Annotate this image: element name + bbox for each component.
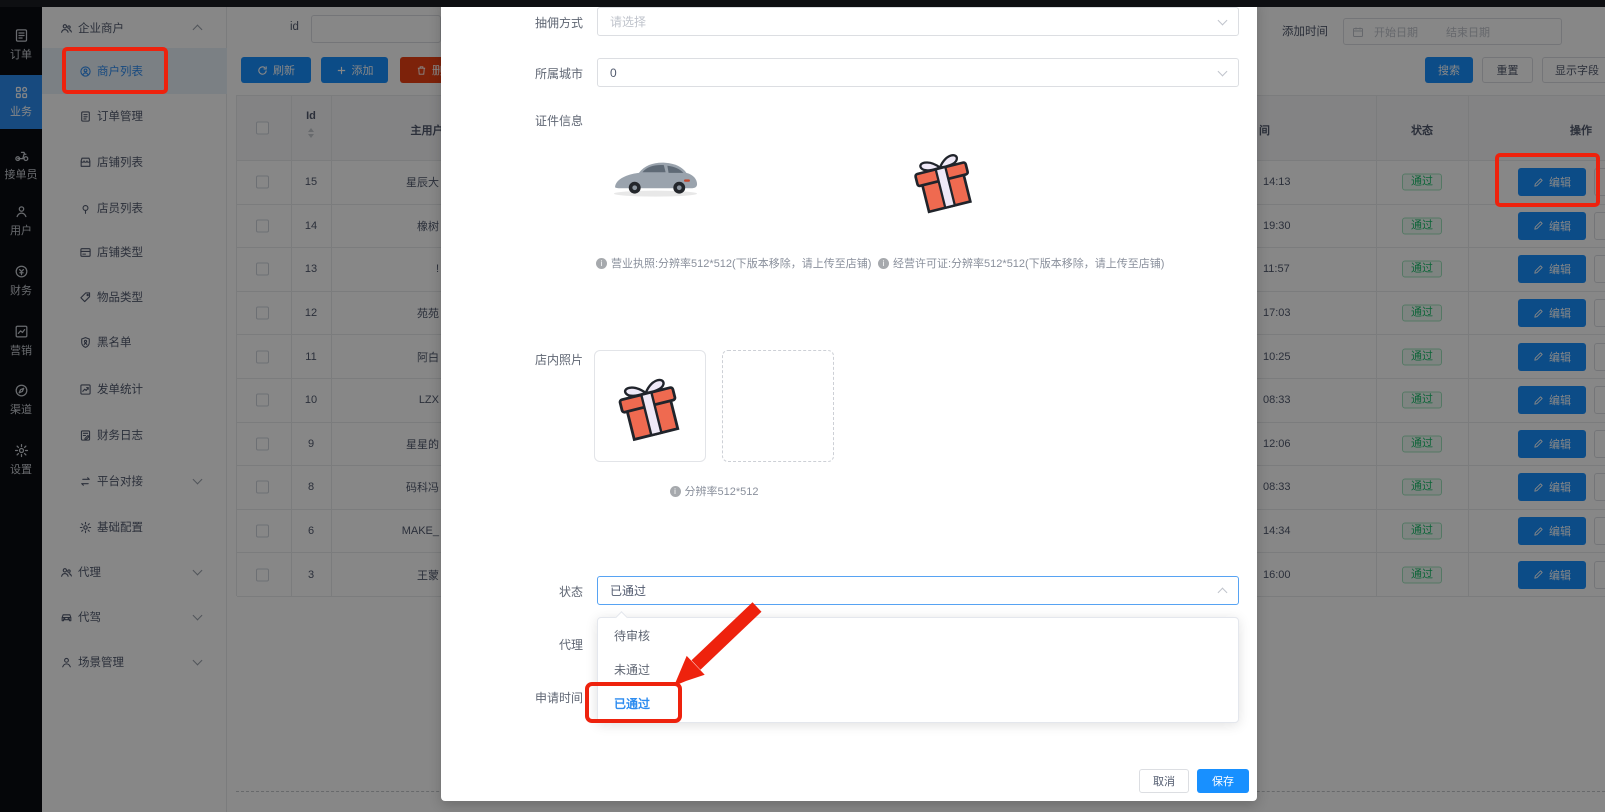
info-icon: i bbox=[670, 486, 681, 497]
city-select[interactable]: 0 bbox=[597, 58, 1239, 87]
commission-select[interactable]: 请选择 bbox=[597, 7, 1239, 36]
shop-photos-label: 店内照片 bbox=[463, 351, 583, 368]
certificates-label: 证件信息 bbox=[463, 112, 583, 129]
save-button[interactable]: 保存 bbox=[1197, 769, 1249, 793]
permit-note: i 经营许可证:分辨率512*512(下版本移除，请上传至店铺) bbox=[878, 255, 1164, 271]
dropdown-option-2[interactable]: 未通过 bbox=[598, 652, 1238, 686]
dropdown-option-3[interactable]: 已通过 bbox=[598, 686, 1238, 720]
status-dropdown: 待审核未通过已通过 bbox=[597, 617, 1239, 723]
status-value: 已通过 bbox=[610, 582, 646, 599]
info-icon: i bbox=[596, 258, 607, 269]
info-icon: i bbox=[878, 258, 889, 269]
chevron-down-icon bbox=[1218, 66, 1228, 76]
edit-merchant-modal: 抽佣方式 请选择 所属城市 0 证件信息 bbox=[441, 0, 1257, 801]
chevron-up-icon bbox=[1218, 588, 1228, 598]
license-note: i 营业执照:分辨率512*512(下版本移除，请上传至店铺) bbox=[596, 255, 871, 271]
agent-label: 代理 bbox=[463, 636, 583, 653]
city-value: 0 bbox=[610, 66, 617, 80]
commission-label: 抽佣方式 bbox=[463, 14, 583, 31]
business-license-image[interactable] bbox=[608, 148, 703, 206]
gift-image bbox=[610, 366, 690, 446]
city-label: 所属城市 bbox=[463, 65, 583, 82]
chevron-down-icon bbox=[1218, 15, 1228, 25]
photo-upload-slot[interactable] bbox=[722, 350, 834, 462]
app-root: 订单业务接单员用户财务营销渠道设置 企业商户商户列表订单管理店铺列表店员列表店铺… bbox=[0, 0, 1605, 812]
shop-photo-thumbnail[interactable] bbox=[594, 350, 706, 462]
gift-image bbox=[905, 142, 983, 218]
top-strip bbox=[0, 0, 1605, 7]
apply-time-label: 申请时间 bbox=[463, 689, 583, 706]
photos-note: i 分辨率512*512 bbox=[594, 483, 834, 499]
car-image bbox=[608, 148, 703, 206]
status-select[interactable]: 已通过 bbox=[597, 576, 1239, 605]
business-permit-image[interactable] bbox=[905, 142, 983, 218]
status-label: 状态 bbox=[463, 583, 583, 600]
cancel-button[interactable]: 取消 bbox=[1139, 769, 1189, 793]
dropdown-option-1[interactable]: 待审核 bbox=[598, 618, 1238, 652]
commission-placeholder: 请选择 bbox=[610, 13, 646, 30]
